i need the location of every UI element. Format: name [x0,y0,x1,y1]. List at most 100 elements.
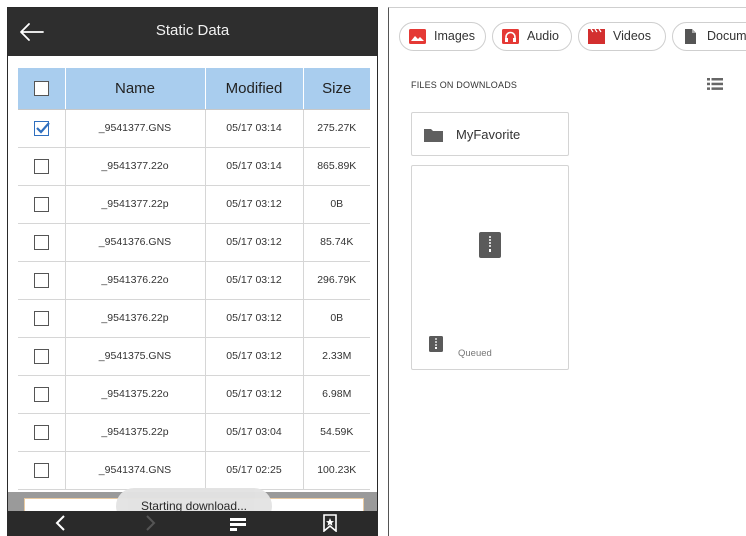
modified-cell: 05/17 03:14 [205,147,304,186]
row-checkbox-cell[interactable] [18,147,66,186]
file-name-cell: _9541377.GNS [65,109,206,148]
file-name-cell: _9541375.22p [65,413,206,452]
zip-file-small-icon [429,336,443,352]
downloads-screen: Images Audio Videos Docume [388,7,746,536]
folder-transfer-icon[interactable] [228,514,248,532]
file-name-cell: _9541377.22p [65,185,206,224]
file-name-cell: _9541377.22o [65,147,206,186]
select-all-cell[interactable] [18,68,66,110]
folder-label: MyFavorite [456,127,521,142]
modified-cell: 05/17 03:12 [205,375,304,414]
row-checkbox-cell[interactable] [18,451,66,490]
select-all-checkbox[interactable] [33,81,49,97]
forward-chevron-icon[interactable] [140,514,160,532]
section-title: FILES ON DOWNLOADS [411,80,518,90]
table-header-row: Name Modified Size [18,68,370,110]
size-cell: 6.98M [303,375,370,414]
chip-audio[interactable]: Audio [492,22,572,51]
modified-cell: 05/17 03:12 [205,185,304,224]
row-checkbox[interactable] [33,462,49,478]
table-body: _9541377.GNS 05/17 03:14 275.27K _9541377.2… [18,109,370,490]
table-row[interactable]: _9541376.22p 05/17 03:12 0B [18,299,370,338]
modified-cell: 05/17 02:25 [205,451,304,490]
bottom-nav [8,511,377,535]
row-checkbox[interactable] [33,386,49,402]
category-chips: Images Audio Videos Docume [397,22,746,52]
size-cell: 85.74K [303,223,370,262]
row-checkbox-checked[interactable] [33,120,50,136]
file-name-cell: _9541376.GNS [65,223,206,262]
row-checkbox[interactable] [33,424,49,440]
row-checkbox[interactable] [33,310,49,326]
document-icon [685,29,696,44]
size-cell: 100.23K [303,451,370,490]
table-row[interactable]: _9541377.22p 05/17 03:12 0B [18,185,370,224]
row-checkbox-cell[interactable] [18,223,66,262]
row-checkbox[interactable] [33,272,49,288]
chip-videos[interactable]: Videos [578,22,666,51]
table-row[interactable]: _9541375.22o 05/17 03:12 6.98M [18,375,370,414]
folder-icon [424,129,443,142]
size-cell: 2.33M [303,337,370,376]
static-data-screen: Static Data Name Modified Size _9541377.… [7,7,378,536]
size-cell: 54.59K [303,413,370,452]
table-row[interactable]: _9541375.22p 05/17 03:04 54.59K [18,413,370,452]
file-name-cell: _9541374.GNS [65,451,206,490]
modified-cell: 05/17 03:12 [205,223,304,262]
file-name-cell: _9541376.22o [65,261,206,300]
table-row[interactable]: _9541375.GNS 05/17 03:12 2.33M [18,337,370,376]
chip-audio-label: Audio [527,29,559,43]
size-cell: 0B [303,185,370,224]
modified-cell: 05/17 03:14 [205,109,304,148]
chip-images-label: Images [434,29,475,43]
modified-cell: 05/17 03:12 [205,337,304,376]
row-checkbox-cell[interactable] [18,413,66,452]
app-header: Static Data [8,8,377,56]
row-checkbox[interactable] [33,196,49,212]
size-cell: 0B [303,299,370,338]
chip-videos-label: Videos [613,29,651,43]
row-checkbox-cell[interactable] [18,299,66,338]
size-cell: 275.27K [303,109,370,148]
column-header-size[interactable]: Size [303,68,370,110]
page-title: Static Data [155,22,230,39]
row-checkbox[interactable] [33,234,49,250]
file-name-cell: _9541375.22o [65,375,206,414]
size-cell: 865.89K [303,147,370,186]
file-name-cell: _9541375.GNS [65,337,206,376]
folder-item[interactable]: MyFavorite [411,112,569,156]
table-row[interactable]: _9541377.22o 05/17 03:14 865.89K [18,147,370,186]
file-name-cell: _9541376.22p [65,299,206,338]
chip-documents-label: Docume [707,29,746,43]
file-item[interactable]: Queued [411,165,569,370]
table-row[interactable]: _9541374.GNS 05/17 02:25 100.23K [18,451,370,490]
image-icon [409,29,426,44]
audio-icon [502,29,519,44]
chip-documents[interactable]: Docume [672,22,746,51]
row-checkbox-cell[interactable] [18,337,66,376]
row-checkbox[interactable] [33,158,49,174]
bookmark-icon[interactable] [320,514,340,532]
row-checkbox-cell[interactable] [18,261,66,300]
zip-file-icon [479,232,501,258]
back-chevron-icon[interactable] [52,514,72,532]
table-row[interactable]: _9541376.GNS 05/17 03:12 85.74K [18,223,370,262]
file-table: Name Modified Size _9541377.GNS 05/17 03:… [18,68,370,490]
checkmark-icon [35,121,50,134]
row-checkbox[interactable] [33,348,49,364]
row-checkbox-cell[interactable] [18,109,66,148]
table-row[interactable]: _9541377.GNS 05/17 03:14 275.27K [18,109,370,148]
table-row[interactable]: _9541376.22o 05/17 03:12 296.79K [18,261,370,300]
list-view-icon[interactable] [707,77,723,91]
download-status: Queued [458,348,492,359]
chip-images[interactable]: Images [399,22,486,51]
modified-cell: 05/17 03:12 [205,299,304,338]
row-checkbox-cell[interactable] [18,375,66,414]
column-header-name[interactable]: Name [65,68,206,110]
row-checkbox-cell[interactable] [18,185,66,224]
column-header-modified[interactable]: Modified [205,68,304,110]
size-cell: 296.79K [303,261,370,300]
modified-cell: 05/17 03:04 [205,413,304,452]
video-icon [588,29,605,44]
modified-cell: 05/17 03:12 [205,261,304,300]
